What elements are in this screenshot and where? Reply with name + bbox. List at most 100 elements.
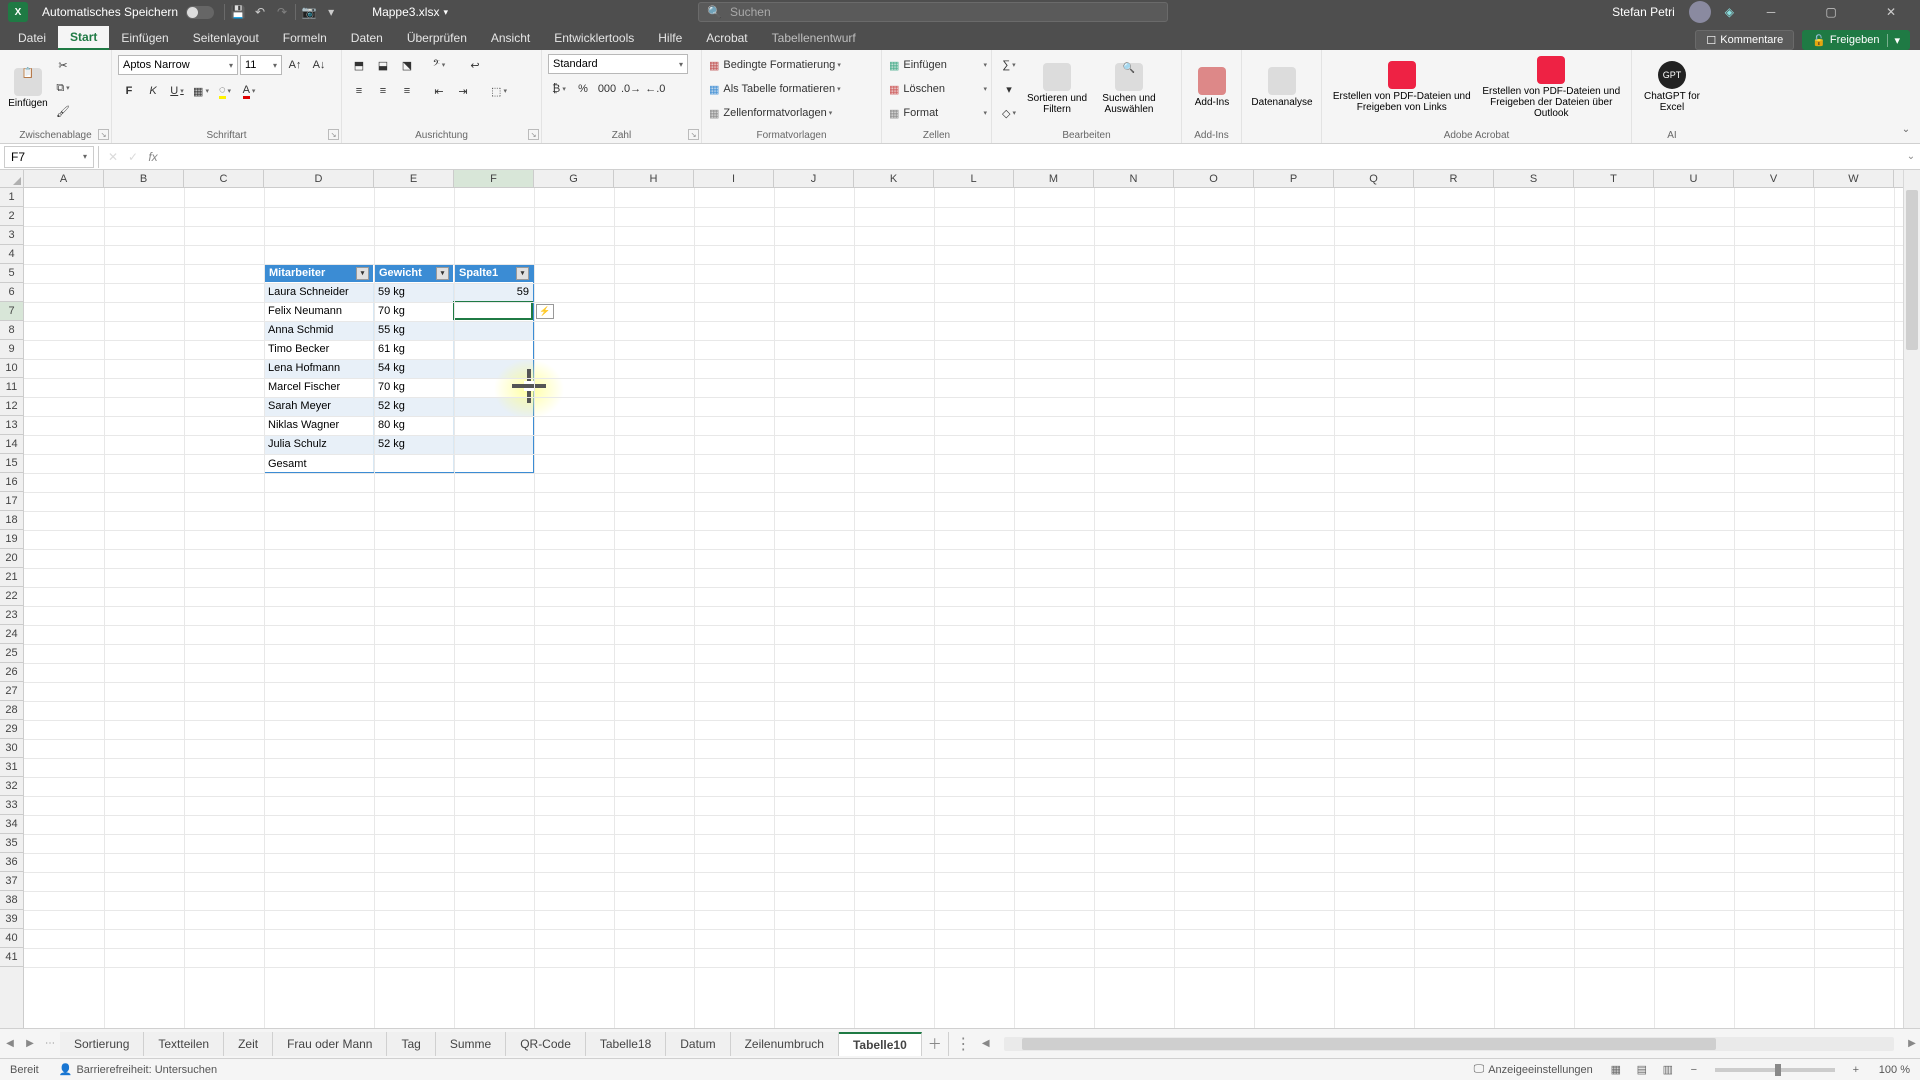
row-header[interactable]: 13 (0, 416, 23, 435)
currency-button[interactable]: ₿▾ (548, 78, 570, 100)
row-header[interactable]: 29 (0, 720, 23, 739)
percent-button[interactable]: % (572, 78, 594, 100)
avatar[interactable] (1689, 1, 1711, 23)
row-header[interactable]: 16 (0, 473, 23, 492)
vertical-scrollbar[interactable] (1903, 170, 1920, 1028)
sheet-tab[interactable]: Tag (387, 1032, 435, 1056)
hscroll-right[interactable]: ▶ (1904, 1038, 1920, 1049)
row-header[interactable]: 5 (0, 264, 23, 283)
sheet-tab[interactable]: Tabelle18 (586, 1032, 666, 1056)
tab-seitenlayout[interactable]: Seitenlayout (181, 26, 271, 50)
adobe-share-button[interactable]: Erstellen von PDF-Dateien und Freigeben … (1478, 54, 1626, 120)
clear-button[interactable]: ◇▾ (998, 102, 1020, 124)
addins-button[interactable]: Add-Ins (1188, 54, 1236, 120)
column-header[interactable]: G (534, 170, 614, 187)
row-header[interactable]: 18 (0, 511, 23, 530)
row-header[interactable]: 23 (0, 606, 23, 625)
tab-acrobat[interactable]: Acrobat (694, 26, 759, 50)
table-cell[interactable]: Timo Becker (264, 340, 374, 359)
row-header[interactable]: 26 (0, 663, 23, 682)
expand-formula-bar-button[interactable]: ⌄ (1902, 151, 1920, 162)
row-header[interactable]: 19 (0, 530, 23, 549)
sheet-tab[interactable]: Tabelle10 (839, 1032, 922, 1056)
tab-hilfe[interactable]: Hilfe (646, 26, 694, 50)
column-header[interactable]: F (454, 170, 534, 187)
autosave-toggle[interactable] (186, 6, 214, 19)
zoom-slider[interactable] (1715, 1068, 1835, 1072)
table-cell[interactable]: Laura Schneider (264, 283, 374, 302)
page-layout-view-button[interactable]: ▤ (1629, 1061, 1655, 1079)
sheet-tab[interactable]: Zeit (224, 1032, 273, 1056)
fill-color-button[interactable]: ◌▾ (214, 80, 236, 102)
formula-input[interactable] (163, 146, 1902, 168)
copy-button[interactable]: ⧉▾ (52, 77, 74, 99)
tab-datei[interactable]: Datei (6, 26, 58, 50)
align-top-button[interactable]: ⬒ (348, 54, 370, 76)
grow-font-button[interactable]: A↑ (284, 54, 306, 76)
select-all-button[interactable] (0, 170, 24, 188)
table-cell[interactable]: Marcel Fischer (264, 378, 374, 397)
table-cell[interactable] (454, 321, 534, 340)
row-header[interactable]: 34 (0, 815, 23, 834)
column-header[interactable]: H (614, 170, 694, 187)
shrink-font-button[interactable]: A↓ (308, 54, 330, 76)
column-header[interactable]: Q (1334, 170, 1414, 187)
table-total-cell[interactable] (454, 454, 534, 473)
align-center-button[interactable]: ≡ (372, 80, 394, 102)
column-headers[interactable]: ABCDEFGHIJKLMNOPQRSTUVW (24, 170, 1920, 188)
autosum-button[interactable]: ∑▾ (998, 54, 1020, 76)
column-header[interactable]: L (934, 170, 1014, 187)
sheet-tab[interactable]: QR-Code (506, 1032, 586, 1056)
column-header[interactable]: A (24, 170, 104, 187)
search-box[interactable]: 🔍 Suchen (698, 2, 1168, 22)
table-cell[interactable]: 52 kg (374, 435, 454, 454)
row-header[interactable]: 9 (0, 340, 23, 359)
undo-icon[interactable]: ↶ (249, 1, 271, 23)
table-cell[interactable]: 59 (454, 283, 534, 302)
table-cell[interactable] (454, 435, 534, 454)
column-header[interactable]: C (184, 170, 264, 187)
data-analysis-button[interactable]: Datenanalyse (1248, 54, 1316, 120)
align-middle-button[interactable]: ⬓ (372, 54, 394, 76)
enter-formula-button[interactable]: ✓ (123, 147, 143, 167)
format-painter-button[interactable]: 🖌 (52, 100, 74, 122)
table-cell[interactable]: 70 kg (374, 302, 454, 321)
merge-button[interactable]: ⬚▾ (488, 80, 510, 102)
column-header[interactable]: R (1414, 170, 1494, 187)
column-header[interactable]: V (1734, 170, 1814, 187)
sheet-tab[interactable]: Frau oder Mann (273, 1032, 387, 1056)
align-left-button[interactable]: ≡ (348, 80, 370, 102)
format-as-table-button[interactable]: ▦Als Tabelle formatieren▾ (708, 78, 878, 100)
row-header[interactable]: 32 (0, 777, 23, 796)
table-cell[interactable]: 55 kg (374, 321, 454, 340)
user-name[interactable]: Stefan Petri (1612, 5, 1675, 19)
align-right-button[interactable]: ≡ (396, 80, 418, 102)
redo-icon[interactable]: ↷ (271, 1, 293, 23)
indent-decrease-button[interactable]: ⇤ (428, 80, 450, 102)
qat-customize-icon[interactable]: ▾ (320, 1, 342, 23)
table-cell[interactable]: 80 kg (374, 416, 454, 435)
share-button[interactable]: 🔓Freigeben▾ (1802, 30, 1910, 50)
row-header[interactable]: 28 (0, 701, 23, 720)
table-cell[interactable]: Lena Hofmann (264, 359, 374, 378)
sheet-nav-prev[interactable]: ◀ (0, 1038, 20, 1049)
add-sheet-button[interactable]: ＋ (922, 1034, 948, 1054)
number-format-combo[interactable]: Standard▾ (548, 54, 688, 74)
tab-ansicht[interactable]: Ansicht (479, 26, 542, 50)
font-color-button[interactable]: A▾ (238, 80, 260, 102)
column-header[interactable]: O (1174, 170, 1254, 187)
column-header[interactable]: K (854, 170, 934, 187)
camera-icon[interactable]: 📷 (298, 1, 320, 23)
save-icon[interactable]: 💾 (227, 1, 249, 23)
tab-entwicklertools[interactable]: Entwicklertools (542, 26, 646, 50)
underline-button[interactable]: U▾ (166, 80, 188, 102)
comma-button[interactable]: 000 (596, 78, 618, 100)
filter-dropdown-icon[interactable]: ▾ (436, 267, 449, 280)
page-break-view-button[interactable]: ▥ (1655, 1061, 1681, 1079)
table-cell[interactable]: 70 kg (374, 378, 454, 397)
cancel-formula-button[interactable]: ✕ (103, 147, 123, 167)
table-total-cell[interactable]: Gesamt (264, 454, 374, 473)
sheet-nav-next[interactable]: ▶ (20, 1038, 40, 1049)
row-header[interactable]: 17 (0, 492, 23, 511)
tab-einfuegen[interactable]: Einfügen (109, 26, 180, 50)
